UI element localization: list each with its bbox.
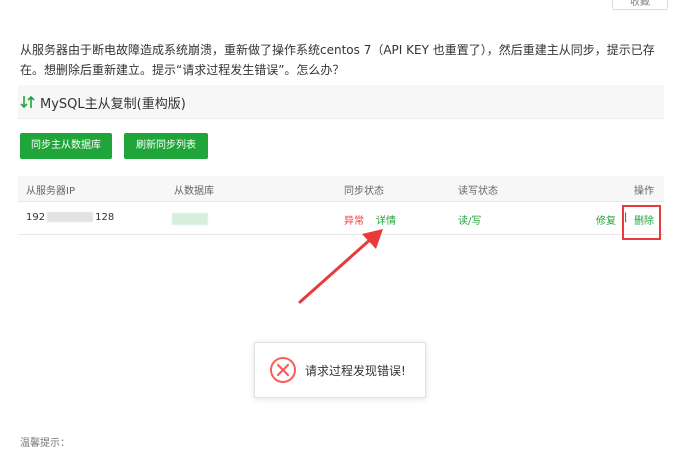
toast-message: 请求过程发现错误! (305, 364, 406, 378)
error-toast: 请求过程发现错误! (254, 342, 426, 398)
footer-tip: 温馨提示： (20, 438, 70, 449)
error-icon (270, 357, 296, 383)
